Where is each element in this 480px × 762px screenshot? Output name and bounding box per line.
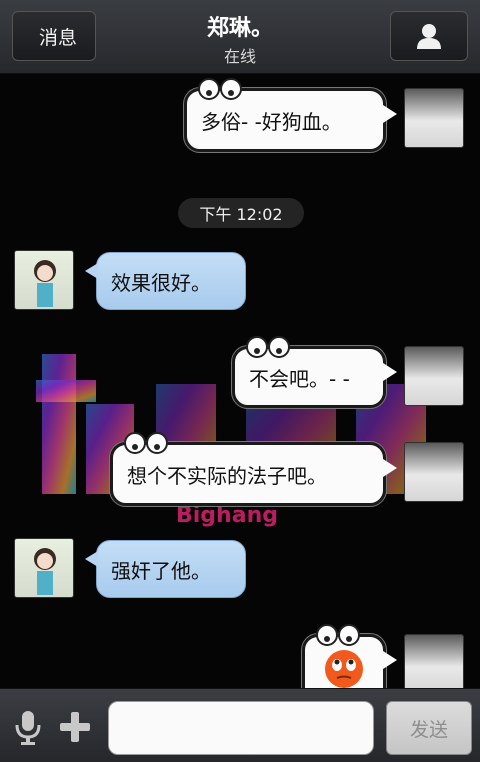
avatar-self[interactable] [404, 634, 464, 688]
message-bubble-self[interactable]: 想个不实际的法子吧。 [110, 432, 397, 506]
message-text: 效果很好。 [111, 270, 211, 295]
message-text: 不会吧。- - [249, 366, 350, 391]
avatar-self[interactable] [404, 442, 464, 502]
avatar-contact[interactable] [14, 538, 74, 598]
message-bubble-self[interactable] [302, 624, 397, 688]
message-bubble-contact[interactable]: 效果很好。 [85, 252, 246, 310]
person-icon [417, 24, 441, 49]
background-logo-text: Bighang [176, 503, 278, 528]
bubble-eyes-decoration [316, 624, 360, 646]
avatar-contact[interactable] [14, 250, 74, 310]
avatar-self[interactable] [404, 88, 464, 148]
contact-avatar-image [34, 548, 56, 595]
timestamp: 下午 12:02 [178, 198, 304, 228]
message-bubble-contact[interactable]: 强奸了他。 [85, 540, 246, 598]
profile-button[interactable] [390, 11, 468, 61]
rolling-eyes-emoji-icon [325, 650, 363, 688]
bubble-eyes-decoration [198, 78, 242, 100]
message-bubble-self[interactable]: 多俗- -好狗血。 [184, 78, 397, 152]
send-button-label: 发送 [409, 718, 448, 741]
message-text: 多俗- -好狗血。 [201, 109, 342, 134]
avatar-self[interactable] [404, 346, 464, 406]
message-input[interactable] [108, 701, 374, 755]
chat-area[interactable]: Bighang 多俗- -好狗血。 下午 12:02 效果很好。 不会吧。- - [0, 74, 480, 688]
input-bar: 发送 [0, 688, 480, 762]
microphone-icon [15, 711, 41, 745]
chat-header: 消息 郑琳。 在线 [0, 0, 480, 74]
message-text: 想个不实际的法子吧。 [127, 463, 327, 488]
voice-button[interactable] [12, 707, 44, 747]
contact-avatar-image [34, 260, 56, 307]
message-bubble-self[interactable]: 不会吧。- - [232, 336, 397, 408]
send-button[interactable]: 发送 [386, 701, 472, 755]
bubble-eyes-decoration [124, 432, 168, 454]
plus-icon [60, 712, 90, 742]
bubble-eyes-decoration [246, 336, 290, 358]
message-text: 强奸了他。 [111, 558, 211, 583]
add-attachment-button[interactable] [56, 707, 94, 747]
